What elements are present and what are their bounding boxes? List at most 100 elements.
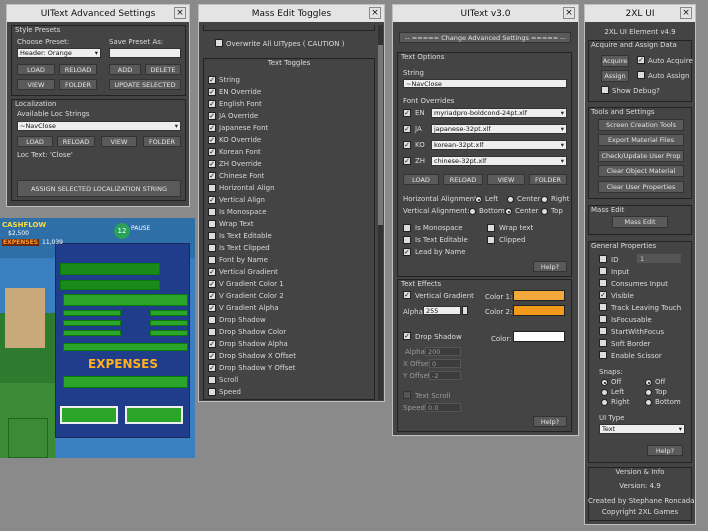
close-icon[interactable]: × <box>563 7 575 19</box>
assign-button[interactable]: Assign <box>601 70 629 82</box>
toggle-item[interactable]: ✓ Chinese Font <box>203 170 375 182</box>
close-icon[interactable]: × <box>369 7 381 19</box>
font-override-checkbox[interactable]: ✓ <box>403 109 411 117</box>
toggle-checkbox[interactable] <box>208 388 216 396</box>
help-button[interactable]: Help? <box>533 261 567 272</box>
snap-x-off-radio[interactable] <box>601 379 608 386</box>
id-input[interactable]: 1 <box>637 254 681 263</box>
help2-button[interactable]: Help? <box>533 416 567 427</box>
loc-reload-button[interactable]: RELOAD <box>57 136 95 147</box>
auto-acquire-checkbox[interactable]: ✓ <box>637 56 645 64</box>
toggle-checkbox[interactable]: ✓ <box>208 172 216 180</box>
toggle-item[interactable]: ✓ ZH Override <box>203 158 375 170</box>
toggle-item[interactable]: ✓ EN Override <box>203 86 375 98</box>
font-load-button[interactable]: LOAD <box>403 174 439 185</box>
toggle-checkbox[interactable]: ✓ <box>208 100 216 108</box>
toggle-item[interactable]: ✓ Drop Shadow Alpha <box>203 338 375 350</box>
assign-loc-button[interactable]: ASSIGN SELECTED LOCALIZATION STRING <box>17 180 181 197</box>
load-button[interactable]: LOAD <box>17 64 55 75</box>
toggle-checkbox[interactable]: ✓ <box>208 364 216 372</box>
toggle-item[interactable]: Is Monospace <box>203 206 375 218</box>
screen-creation-tools-button[interactable]: Screen Creation Tools <box>598 119 684 131</box>
toggle-checkbox[interactable] <box>208 376 216 384</box>
track-checkbox[interactable] <box>599 303 607 311</box>
ui-type-dropdown[interactable]: Text ▾ <box>599 424 685 434</box>
consumes-checkbox[interactable] <box>599 279 607 287</box>
clipped-checkbox[interactable] <box>487 236 495 244</box>
toggle-checkbox[interactable] <box>208 184 216 192</box>
toggle-item[interactable]: ✓ JA Override <box>203 110 375 122</box>
toggle-checkbox[interactable]: ✓ <box>208 88 216 96</box>
toggle-item[interactable]: ✓ String <box>203 74 375 86</box>
color2-swatch[interactable] <box>513 305 565 316</box>
toggle-checkbox[interactable]: ✓ <box>208 340 216 348</box>
toggle-item[interactable]: Drop Shadow <box>203 314 375 326</box>
export-material-files-button[interactable]: Export Material Files <box>598 134 684 146</box>
toggle-item[interactable]: ✓ Vertical Align <box>203 194 375 206</box>
input-checkbox[interactable] <box>599 267 607 275</box>
string-input[interactable]: ~NavClose <box>403 79 567 88</box>
loc-view-button[interactable]: VIEW <box>101 136 137 147</box>
speed-input[interactable]: 0.0 <box>425 403 461 412</box>
font-override-checkbox[interactable]: ✓ <box>403 141 411 149</box>
font-reload-button[interactable]: RELOAD <box>443 174 483 185</box>
toggle-item[interactable]: ✓ V Gradient Color 1 <box>203 278 375 290</box>
save-preset-input[interactable] <box>109 48 181 58</box>
toggle-checkbox[interactable]: ✓ <box>208 304 216 312</box>
scrollbar[interactable] <box>378 25 383 400</box>
color1-swatch[interactable] <box>513 290 565 301</box>
focusable-checkbox[interactable] <box>599 315 607 323</box>
show-debug-checkbox[interactable] <box>601 86 609 94</box>
pause-label[interactable]: PAUSE <box>131 225 150 232</box>
font-override-checkbox[interactable]: ✓ <box>403 125 411 133</box>
close-icon[interactable]: × <box>680 7 692 19</box>
reload-button[interactable]: RELOAD <box>59 64 97 75</box>
toggle-checkbox[interactable] <box>208 208 216 216</box>
clear-user-properties-button[interactable]: Clear User Properties <box>598 181 684 193</box>
view-button[interactable]: VIEW <box>17 79 55 90</box>
wrap-text-checkbox[interactable] <box>487 224 495 232</box>
loc-string-dropdown[interactable]: ~NavClose ▾ <box>17 121 181 131</box>
toggle-checkbox[interactable]: ✓ <box>208 268 216 276</box>
startfocus-checkbox[interactable] <box>599 327 607 335</box>
is-monospace-checkbox[interactable] <box>403 224 411 232</box>
toggle-checkbox[interactable]: ✓ <box>208 160 216 168</box>
overwrite-checkbox[interactable] <box>215 39 223 47</box>
loc-folder-button[interactable]: FOLDER <box>143 136 181 147</box>
lead-by-name-checkbox[interactable]: ✓ <box>403 248 411 256</box>
visible-checkbox[interactable]: ✓ <box>599 291 607 299</box>
snap-y-off-radio[interactable] <box>645 379 652 386</box>
halign-center-radio[interactable] <box>507 196 514 203</box>
toggle-item[interactable]: Wrap Text <box>203 218 375 230</box>
clear-object-material-button[interactable]: Clear Object Material <box>598 165 684 177</box>
toggle-item[interactable]: Font by Name <box>203 254 375 266</box>
font-dropdown[interactable]: myriadpro-boldcond-24pt.xlf ▾ <box>431 108 567 118</box>
shadow-color-swatch[interactable] <box>513 331 565 342</box>
vertical-gradient-checkbox[interactable]: ✓ <box>403 291 411 299</box>
toggle-item[interactable]: ✓ V Gradient Color 2 <box>203 290 375 302</box>
toggle-item[interactable]: ✓ Vertical Gradient <box>203 266 375 278</box>
x-offset-input[interactable]: 0 <box>429 359 461 368</box>
toggle-item[interactable]: Horizontal Align <box>203 182 375 194</box>
folder-button[interactable]: FOLDER <box>59 79 97 90</box>
soft-checkbox[interactable] <box>599 339 607 347</box>
mass-edit-button[interactable]: Mass Edit <box>612 216 668 228</box>
snap-left-radio[interactable] <box>601 389 608 396</box>
auto-assign-checkbox[interactable] <box>637 71 645 79</box>
snap-bottom-radio[interactable] <box>645 399 652 406</box>
toggle-item[interactable]: ✓ Drop Shadow Y Offset <box>203 362 375 374</box>
ui-help-button[interactable]: Help? <box>647 445 683 456</box>
toggle-checkbox[interactable]: ✓ <box>208 76 216 84</box>
loc-load-button[interactable]: LOAD <box>17 136 53 147</box>
toggle-checkbox[interactable] <box>208 220 216 228</box>
halign-left-radio[interactable] <box>475 196 482 203</box>
toggle-checkbox[interactable] <box>208 316 216 324</box>
valign-center-radio[interactable] <box>505 208 512 215</box>
toggle-checkbox[interactable] <box>208 244 216 252</box>
text-scroll-checkbox[interactable] <box>403 391 411 399</box>
shadow-alpha-input[interactable]: 200 <box>425 347 461 356</box>
toggle-item[interactable]: ✓ Japanese Font <box>203 122 375 134</box>
toggle-item[interactable]: ✓ KO Override <box>203 134 375 146</box>
alpha-spinner-icon[interactable] <box>462 306 468 315</box>
font-folder-button[interactable]: FOLDER <box>529 174 567 185</box>
